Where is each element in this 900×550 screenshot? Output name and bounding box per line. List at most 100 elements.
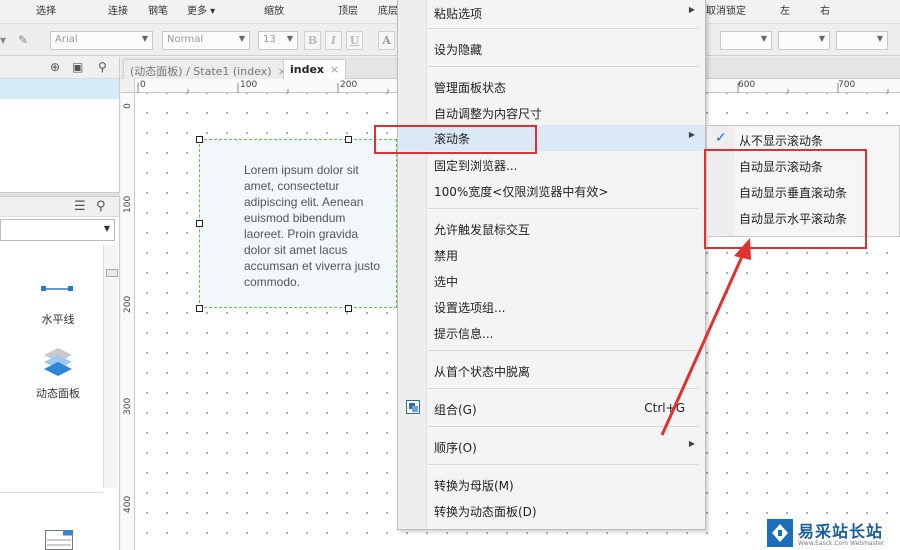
menu-item-fit-to-content[interactable]: 自动调整为内容尺寸: [398, 100, 705, 126]
ruler-corner: [121, 79, 135, 93]
divider: [0, 492, 103, 493]
resize-handle[interactable]: [196, 305, 203, 312]
menu-item-pin-to-browser[interactable]: 固定到浏览器...: [398, 152, 705, 178]
resize-handle[interactable]: [196, 220, 203, 227]
menu-item-label: 设置选项组...: [434, 301, 506, 315]
tab-label: index: [290, 63, 325, 76]
ruler-label: 100: [240, 80, 258, 90]
bold-button[interactable]: B: [304, 31, 321, 50]
zoom-button[interactable]: 缩放: [264, 2, 284, 17]
table-widget-icon[interactable]: [45, 530, 73, 550]
annotation-arrow: [660, 238, 751, 436]
vertical-ruler: 0 100 200 300 400: [121, 93, 135, 550]
selected-page-row[interactable]: [0, 79, 119, 99]
ruler-label: 300: [123, 397, 133, 415]
ruler-label: 0: [140, 80, 146, 90]
font-size-select[interactable]: 13 ▼: [258, 31, 298, 50]
menu-item-manage-states[interactable]: 管理面板状态: [398, 74, 705, 100]
search-icon[interactable]: ⚲: [96, 199, 106, 214]
add-folder-icon[interactable]: ▣: [72, 60, 83, 74]
submenu-arrow-icon: ▶: [688, 130, 695, 139]
widget-label: 水平线: [41, 313, 75, 326]
watermark-title: 易采站长站: [798, 522, 884, 541]
menu-item-label: 管理面板状态: [434, 81, 507, 95]
font-style-value: Normal: [167, 34, 204, 45]
menu-item-full-width[interactable]: 100%宽度<仅限浏览器中有效>: [398, 178, 705, 204]
ruler-label: 0: [123, 103, 133, 109]
menu-item-label: 转换为动态面板(D): [434, 505, 537, 519]
menu-separator: [428, 28, 698, 29]
format-painter-icon[interactable]: ✎: [18, 33, 28, 47]
annotation-box-scrollbar-item: [374, 125, 537, 154]
chevron-down-icon: ▼: [238, 34, 245, 43]
menu-item-convert-to-master[interactable]: 转换为母版(M): [398, 472, 705, 498]
ruler-label: 600: [738, 80, 756, 90]
underline-button[interactable]: U: [346, 31, 363, 50]
menu-item-set-hidden[interactable]: 设为隐藏: [398, 36, 705, 62]
widgets-scrollbar[interactable]: [103, 245, 118, 488]
add-page-icon[interactable]: ⊕: [50, 60, 60, 74]
watermark-subtitle: Www.Easck.Com Webmaster: [798, 540, 885, 547]
send-to-back-button[interactable]: 底层: [378, 2, 398, 17]
line-style-select[interactable]: ▼: [720, 31, 772, 50]
chevron-down-icon: ▼: [141, 34, 148, 43]
menu-item-label: 粘贴选项: [434, 7, 483, 21]
align-right-button[interactable]: 右: [820, 2, 830, 17]
arrow-style-select[interactable]: ▼: [836, 31, 888, 50]
resize-handle[interactable]: [345, 305, 352, 312]
unlock-button[interactable]: 取消锁定: [706, 2, 746, 17]
dynamic-panel-widget[interactable]: Lorem ipsum dolor sit amet, consectetur …: [199, 139, 397, 308]
ruler-label: 100: [123, 195, 133, 213]
ruler-label: 200: [123, 295, 133, 313]
resize-handle[interactable]: [196, 136, 203, 143]
connect-tool-button[interactable]: 连接: [108, 2, 128, 17]
close-icon[interactable]: ×: [330, 63, 339, 76]
menu-item-label: 选中: [434, 275, 459, 289]
font-style-select[interactable]: Normal ▼: [162, 31, 250, 50]
sitemap-panel: ⊕ ▣ ⚲: [0, 57, 120, 192]
tab-state1[interactable]: (动态面板) / State1 (index)×: [123, 59, 294, 79]
widgets-header: ☰ ⚲: [0, 197, 119, 217]
font-color-button[interactable]: A: [378, 31, 395, 50]
line-pattern-select[interactable]: ▼: [778, 31, 830, 50]
pen-tool-button[interactable]: 钢笔: [148, 2, 168, 17]
chevron-down-icon: ▼: [760, 34, 767, 43]
group-icon: [406, 400, 420, 414]
resize-handle[interactable]: [345, 136, 352, 143]
more-tools-button[interactable]: 更多 ▾: [187, 2, 215, 17]
menu-separator: [428, 464, 698, 465]
italic-button[interactable]: I: [325, 31, 342, 50]
chevron-down-icon: ▼: [876, 34, 883, 43]
bring-to-front-button[interactable]: 顶层: [338, 2, 358, 17]
menu-item-label: 组合(G): [434, 403, 477, 417]
style-dropdown-icon[interactable]: ▾: [0, 33, 6, 47]
font-family-select[interactable]: Arial ▼: [50, 31, 153, 50]
scrollbar-thumb[interactable]: [106, 269, 118, 277]
widget-library-select[interactable]: ▼: [0, 219, 115, 241]
widgets-panel: ☰ ⚲ ▼ 水平线 动态面板: [0, 197, 120, 550]
sitemap-header: ⊕ ▣ ⚲: [0, 57, 119, 79]
font-family-value: Arial: [55, 34, 78, 45]
menu-item-label: 自动调整为内容尺寸: [434, 107, 543, 121]
search-icon[interactable]: ⚲: [98, 60, 107, 74]
widget-label: 动态面板: [36, 387, 80, 400]
menu-icon[interactable]: ☰: [74, 199, 86, 214]
horizontal-line-widget-icon[interactable]: [41, 284, 73, 294]
menu-item-paste-options[interactable]: 粘贴选项 ▶: [398, 0, 705, 26]
chevron-down-icon: ▼: [286, 34, 293, 43]
menu-item-convert-to-dynamic-panel[interactable]: 转换为动态面板(D): [398, 498, 705, 524]
menu-separator: [428, 66, 698, 67]
menu-item-label: 顺序(O): [434, 441, 477, 455]
dynamic-panel-widget-icon[interactable]: [43, 346, 73, 378]
tab-label: (动态面板) / State1 (index): [130, 65, 272, 78]
align-left-button[interactable]: 左: [780, 2, 790, 17]
tab-index[interactable]: index ×: [283, 59, 347, 79]
submenu-arrow-icon: ▶: [688, 5, 695, 14]
menu-item-label: 100%宽度<仅限浏览器中有效>: [434, 185, 609, 199]
select-tool-button[interactable]: 选择: [36, 2, 56, 17]
menu-item-label: 允许触发鼠标交互: [434, 223, 531, 237]
menu-item-label: 转换为母版(M): [434, 479, 514, 493]
ruler-label: 400: [123, 495, 133, 513]
site-logo-icon: [767, 519, 793, 547]
ruler-label: 700: [838, 80, 856, 90]
